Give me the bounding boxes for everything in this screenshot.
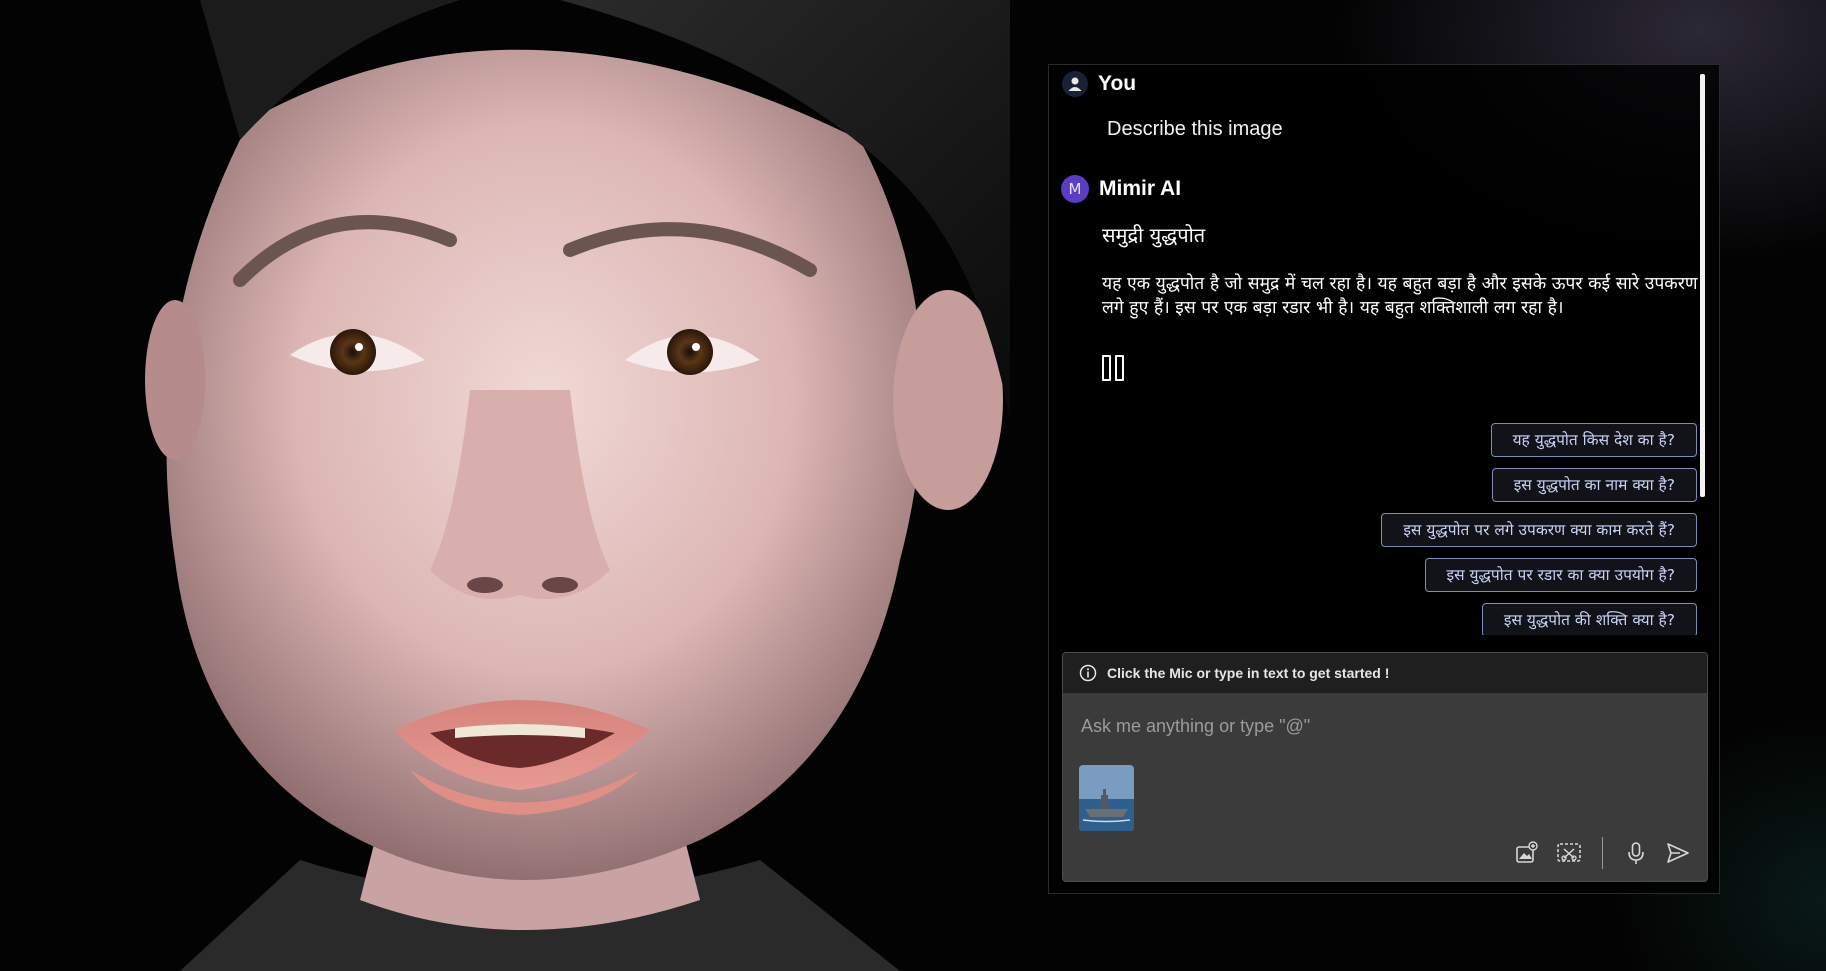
chat-panel: You Describe this image M Mimir AI समुद्… xyxy=(1048,64,1720,894)
send-icon xyxy=(1667,843,1689,863)
toolbar-divider xyxy=(1602,837,1603,869)
warship-thumbnail-image xyxy=(1079,765,1134,831)
message-scrollbar[interactable] xyxy=(1700,74,1705,497)
screen-capture-button[interactable] xyxy=(1556,840,1582,866)
info-icon xyxy=(1079,664,1097,682)
add-image-button[interactable] xyxy=(1514,840,1540,866)
composer-toolbar xyxy=(1514,837,1691,869)
assistant-message-header: M Mimir AI xyxy=(1061,175,1181,203)
add-image-icon xyxy=(1516,841,1538,863)
user-name: You xyxy=(1098,72,1137,95)
hint-text: Click the Mic or type in text to get sta… xyxy=(1107,665,1390,681)
assistant-name: Mimir AI xyxy=(1099,177,1182,200)
assistant-response-body: यह एक युद्धपोत है जो समुद्र में चल रहा ह… xyxy=(1102,274,1698,318)
suggestion-chip[interactable]: इस युद्धपोत पर लगे उपकरण क्या काम करते ह… xyxy=(1381,513,1697,547)
suggestion-chip[interactable]: इस युद्धपोत का नाम क्या है? xyxy=(1491,468,1697,502)
mic-button[interactable] xyxy=(1623,840,1649,866)
hint-bar: Click the Mic or type in text to get sta… xyxy=(1063,653,1707,693)
pause-icon[interactable] xyxy=(1102,355,1124,381)
assistant-response-title: समुद्री युद्धपोत xyxy=(1102,223,1206,247)
suggestion-chip[interactable]: इस युद्धपोत की शक्ति क्या है? xyxy=(1481,603,1697,635)
suggestion-chip[interactable]: यह युद्धपोत किस देश का है? xyxy=(1490,423,1697,457)
user-icon xyxy=(1068,77,1082,91)
message-list[interactable]: You Describe this image M Mimir AI समुद्… xyxy=(1049,65,1721,635)
assistant-avatar: M xyxy=(1061,175,1089,203)
send-button[interactable] xyxy=(1665,840,1691,866)
user-message-header: You xyxy=(1062,71,1136,97)
screen-capture-icon xyxy=(1557,843,1581,862)
attached-image-thumbnail[interactable] xyxy=(1079,765,1134,831)
suggestion-chip[interactable]: इस युद्धपोत पर रडार का क्या उपयोग है? xyxy=(1424,558,1697,592)
mic-icon xyxy=(1628,842,1644,864)
message-composer: Click the Mic or type in text to get sta… xyxy=(1062,652,1708,882)
suggested-questions: यह युद्धपोत किस देश का है? इस युद्धपोत क… xyxy=(1381,423,1697,635)
user-message-text: Describe this image xyxy=(1107,118,1283,140)
user-avatar xyxy=(1062,71,1088,97)
prompt-input[interactable] xyxy=(1079,711,1683,741)
